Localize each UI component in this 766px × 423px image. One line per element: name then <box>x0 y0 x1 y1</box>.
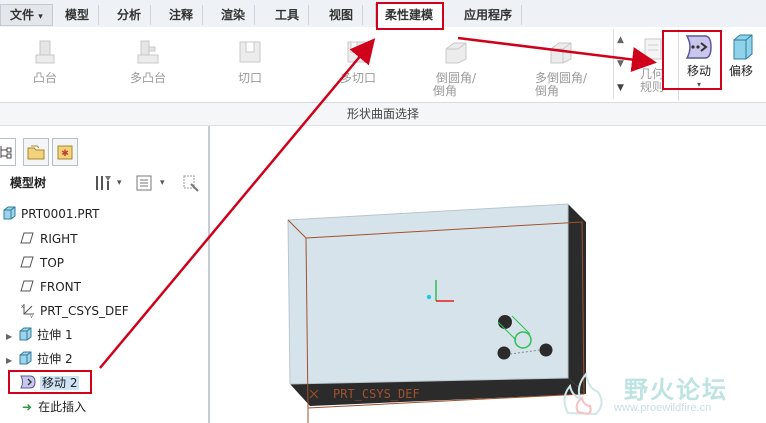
annotation-arrow-to-move <box>457 36 657 72</box>
annotation-arrow-to-tab <box>99 38 376 369</box>
annotation-arrows <box>99 36 657 369</box>
